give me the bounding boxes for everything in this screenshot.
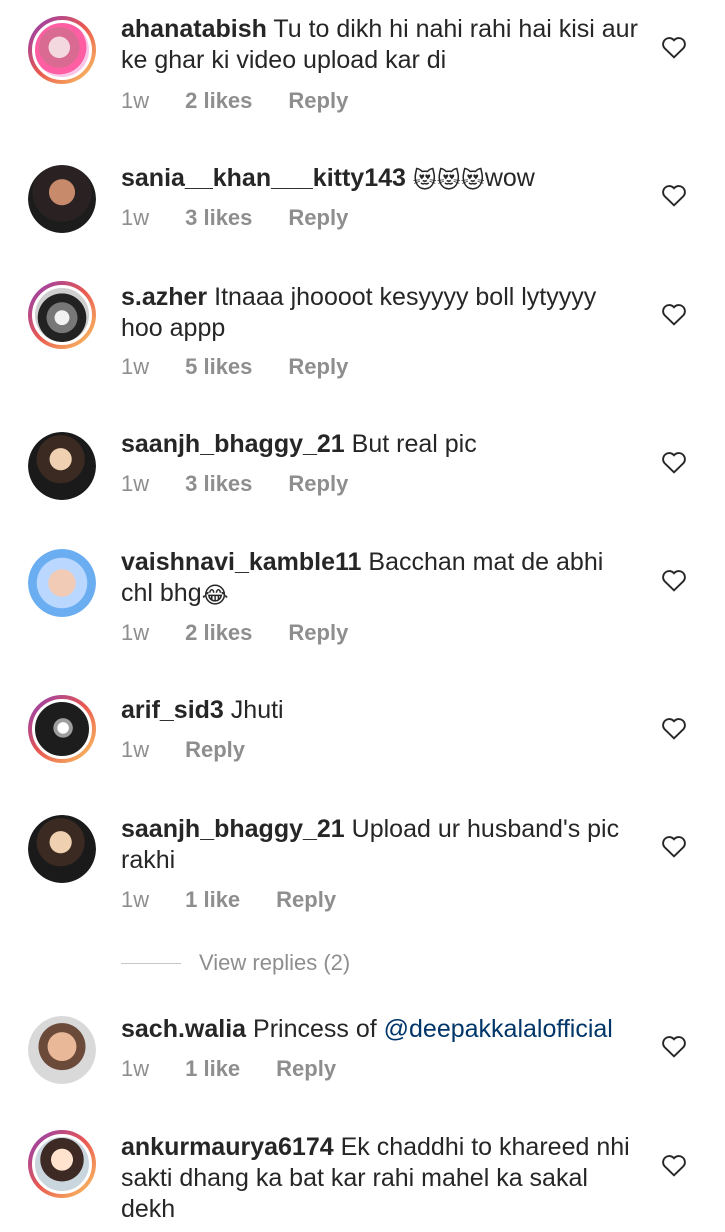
heart-outline-icon[interactable] xyxy=(661,568,687,592)
comment-likes[interactable]: 2 likes xyxy=(185,88,252,114)
avatar[interactable] xyxy=(28,1130,96,1198)
reply-button[interactable]: Reply xyxy=(288,471,348,497)
avatar[interactable] xyxy=(28,695,96,763)
avatar[interactable] xyxy=(28,16,96,84)
comment-username[interactable]: ahanatabish xyxy=(121,15,267,43)
heart-outline-icon[interactable] xyxy=(661,1034,687,1058)
comment-username[interactable]: s.azher xyxy=(121,283,207,311)
heart-outline-icon[interactable] xyxy=(661,302,687,326)
comment-likes[interactable]: 3 likes xyxy=(185,205,252,231)
comment-text: But real pic xyxy=(351,430,477,458)
comment-likes[interactable]: 1 like xyxy=(185,887,240,913)
reply-button[interactable]: Reply xyxy=(288,88,348,114)
comment-text: Jhuti xyxy=(230,696,284,724)
comment-likes[interactable]: 2 likes xyxy=(185,620,252,646)
avatar[interactable] xyxy=(28,165,96,233)
avatar[interactable] xyxy=(28,432,96,500)
comment-username[interactable]: sania__khan___kitty143 xyxy=(121,164,406,192)
heart-outline-icon[interactable] xyxy=(661,35,687,59)
heart-outline-icon[interactable] xyxy=(661,450,687,474)
comment-time: 1w xyxy=(121,88,150,113)
comment-username[interactable]: sach.walia xyxy=(121,1015,246,1043)
divider-line xyxy=(121,962,181,964)
comment-username[interactable]: saanjh_bhaggy_21 xyxy=(121,815,345,843)
comment-username[interactable]: saanjh_bhaggy_21 xyxy=(121,430,345,458)
comment-username[interactable]: ankurmaurya6174 xyxy=(121,1133,334,1161)
comment-time: 1w xyxy=(121,887,150,912)
reply-button[interactable]: Reply xyxy=(185,737,245,763)
comment-text: wow xyxy=(484,164,535,192)
heart-outline-icon[interactable] xyxy=(661,834,687,858)
comment-username[interactable]: arif_sid3 xyxy=(121,696,224,724)
heart-outline-icon[interactable] xyxy=(661,1153,687,1177)
tears-of-joy-emoji: 😂 xyxy=(201,582,229,608)
comment-time: 1w xyxy=(121,737,150,762)
avatar[interactable] xyxy=(28,281,96,349)
comment-time: 1w xyxy=(121,620,150,645)
avatar[interactable] xyxy=(28,1016,96,1084)
comment-likes[interactable]: 5 likes xyxy=(185,354,252,380)
comment-time: 1w xyxy=(121,354,150,379)
avatar[interactable] xyxy=(28,549,96,617)
comment-time: 1w xyxy=(121,1056,150,1081)
reply-button[interactable]: Reply xyxy=(276,887,336,913)
comment-likes[interactable]: 1 like xyxy=(185,1056,240,1082)
heart-outline-icon[interactable] xyxy=(661,716,687,740)
comment-time: 1w xyxy=(121,205,150,230)
reply-button[interactable]: Reply xyxy=(288,205,348,231)
comment-username[interactable]: vaishnavi_kamble11 xyxy=(121,548,361,576)
avatar[interactable] xyxy=(28,815,96,883)
heart-eyes-cat-emoji: 😻😻😻 xyxy=(412,167,485,193)
heart-outline-icon[interactable] xyxy=(661,183,687,207)
comment-time: 1w xyxy=(121,471,150,496)
view-replies-button[interactable]: View replies (2) xyxy=(121,950,350,976)
reply-button[interactable]: Reply xyxy=(276,1056,336,1082)
comment-text: Princess of xyxy=(253,1015,384,1043)
view-replies-label: View replies (2) xyxy=(199,950,351,975)
reply-button[interactable]: Reply xyxy=(288,354,348,380)
mention-link[interactable]: @deepakkalalofficial xyxy=(384,1015,613,1043)
comment-likes[interactable]: 3 likes xyxy=(185,471,252,497)
reply-button[interactable]: Reply xyxy=(288,620,348,646)
